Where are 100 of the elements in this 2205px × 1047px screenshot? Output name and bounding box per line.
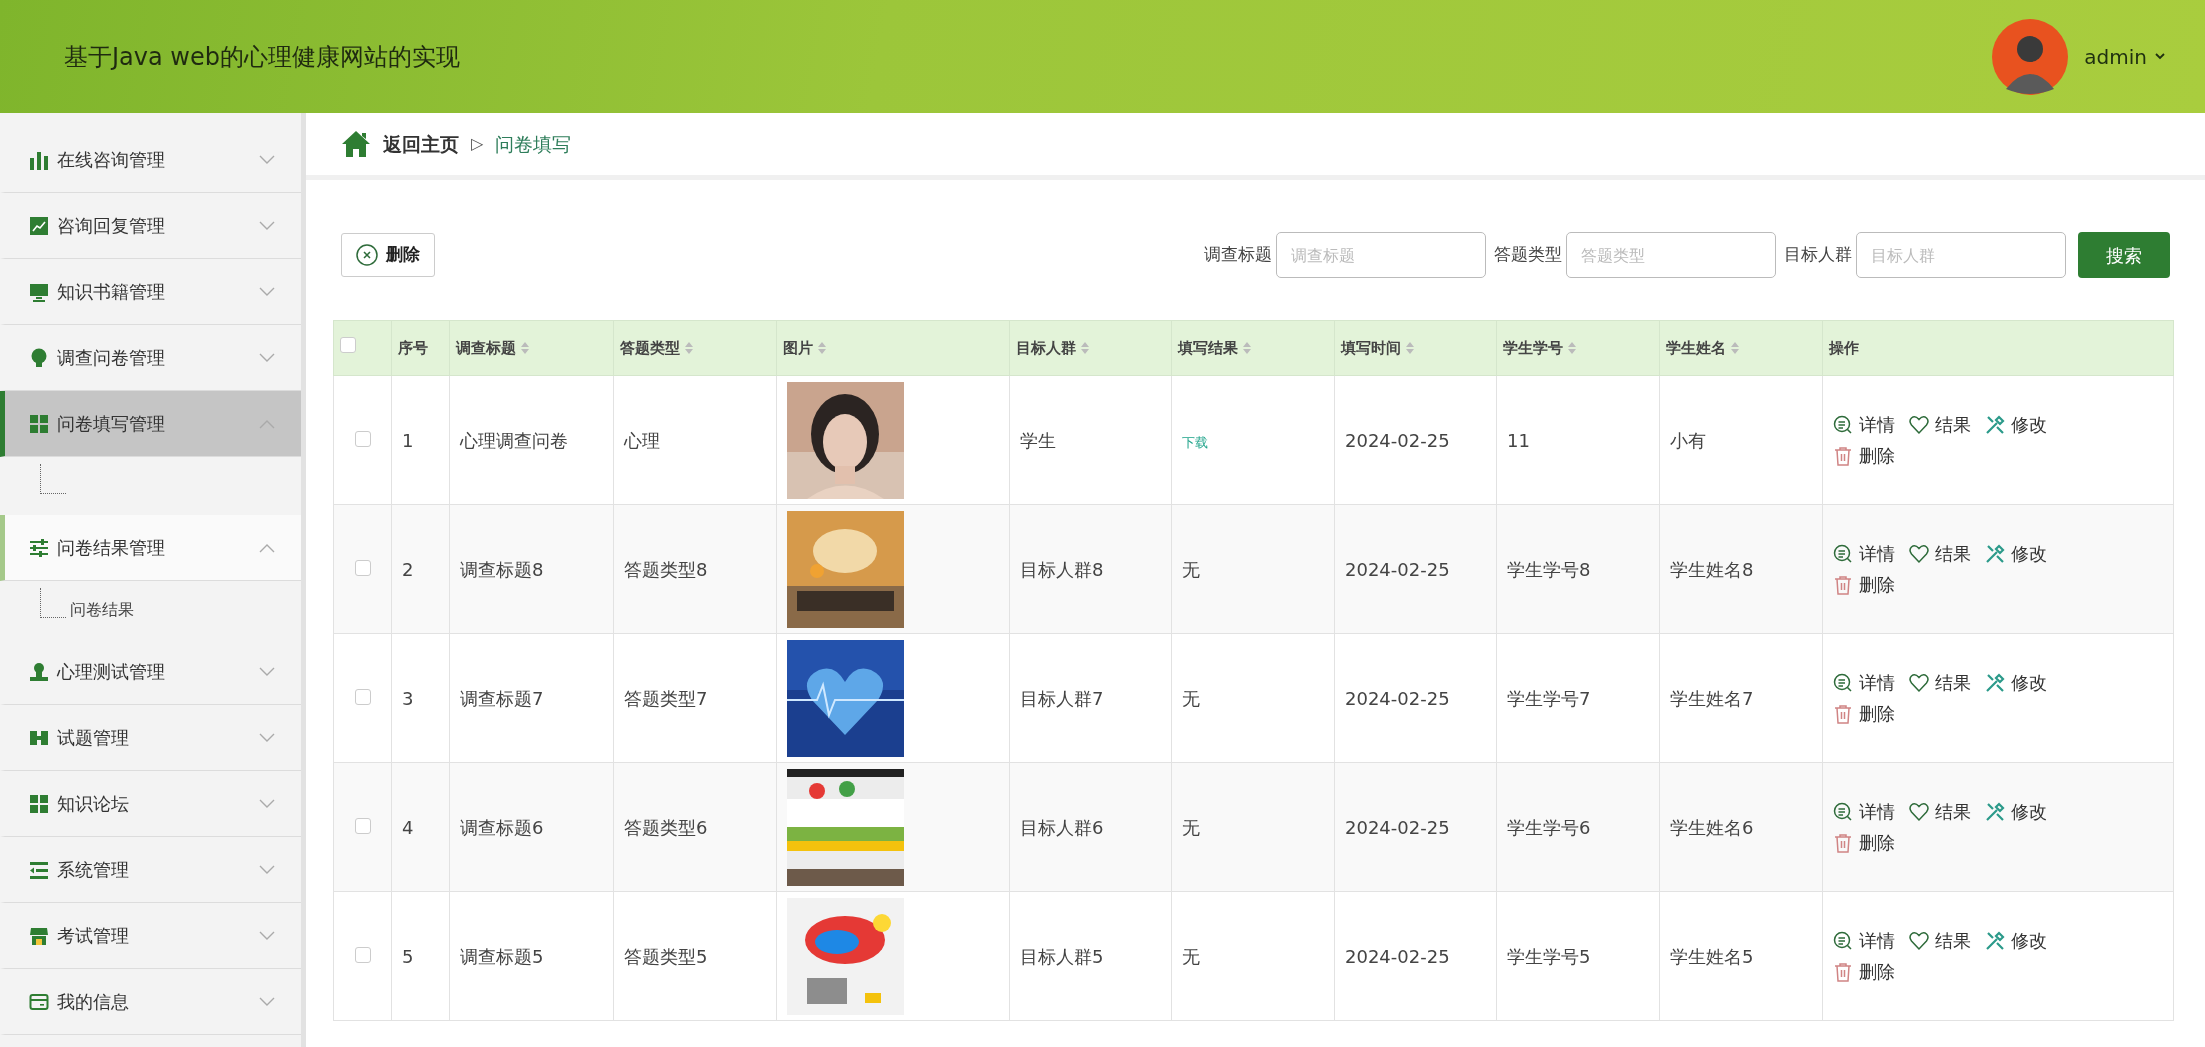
sliders-icon bbox=[29, 537, 49, 558]
column-header[interactable]: 目标人群 bbox=[1016, 336, 1076, 360]
card-icon bbox=[29, 991, 49, 1012]
chevron-down-icon bbox=[259, 352, 275, 363]
table-cell: 1 bbox=[402, 429, 414, 451]
table-cell: 目标人群6 bbox=[1020, 816, 1104, 838]
table-cell: 5 bbox=[402, 945, 414, 967]
row-checkbox[interactable] bbox=[354, 817, 371, 834]
action-link[interactable]: 删除 bbox=[1833, 958, 1895, 985]
heart-icon bbox=[1909, 414, 1929, 435]
breadcrumb-current: 问卷填写 bbox=[495, 131, 572, 157]
submenu-item[interactable]: 问卷结果 bbox=[70, 598, 134, 622]
search-button[interactable]: 搜索 bbox=[2078, 232, 2170, 278]
filter-field[interactable]: 答题类型 bbox=[1566, 232, 1776, 278]
column-header[interactable]: 学生姓名 bbox=[1666, 336, 1726, 360]
chevron-up-icon bbox=[259, 418, 275, 429]
person-icon bbox=[29, 661, 49, 682]
sidebar-item[interactable]: 问卷填写管理 bbox=[0, 391, 301, 457]
table-cell: 调查标题7 bbox=[460, 687, 544, 709]
table-cell: 无 bbox=[1182, 816, 1200, 838]
action-link[interactable]: 详情 bbox=[1833, 798, 1895, 825]
table-cell: 3 bbox=[402, 687, 414, 709]
action-link[interactable]: 修改 bbox=[1985, 669, 2047, 696]
row-checkbox[interactable] bbox=[354, 946, 371, 963]
sort-icon bbox=[1242, 341, 1252, 355]
sidebar-item[interactable]: 在线咨询管理 bbox=[0, 127, 301, 193]
heart-icon bbox=[1909, 801, 1929, 822]
filter-field[interactable]: 目标人群 bbox=[1856, 232, 2066, 278]
action-link[interactable]: 结果 bbox=[1909, 927, 1971, 954]
lightbulb-icon bbox=[29, 347, 49, 368]
filter-label: 答题类型 bbox=[1494, 243, 1562, 267]
action-link[interactable]: 修改 bbox=[1985, 540, 2047, 567]
action-link[interactable]: 删除 bbox=[1833, 700, 1895, 727]
action-link[interactable]: 详情 bbox=[1833, 927, 1895, 954]
action-link[interactable]: 结果 bbox=[1909, 669, 1971, 696]
column-header[interactable]: 图片 bbox=[783, 336, 813, 360]
store-icon bbox=[29, 925, 49, 946]
filter-field[interactable]: 调查标题 bbox=[1276, 232, 1486, 278]
column-header[interactable]: 答题类型 bbox=[620, 336, 680, 360]
action-link[interactable]: 详情 bbox=[1833, 669, 1895, 696]
table-cell: 无 bbox=[1182, 558, 1200, 580]
user-menu[interactable]: admin bbox=[2084, 41, 2165, 72]
action-link[interactable]: 删除 bbox=[1833, 442, 1895, 469]
column-header[interactable]: 调查标题 bbox=[456, 336, 516, 360]
trash-icon bbox=[1833, 574, 1853, 595]
monitor-icon bbox=[29, 281, 49, 302]
chevron-down-icon bbox=[259, 732, 275, 743]
sidebar-item[interactable]: 心理测试管理 bbox=[0, 639, 301, 705]
table-cell: 答题类型5 bbox=[624, 945, 708, 967]
select-all-checkbox[interactable] bbox=[340, 336, 356, 353]
table-cell: 学生姓名5 bbox=[1670, 945, 1754, 967]
tools-icon bbox=[1985, 672, 2005, 693]
row-checkbox[interactable] bbox=[354, 688, 371, 705]
action-link[interactable]: 详情 bbox=[1833, 540, 1895, 567]
table-cell: 学生学号5 bbox=[1507, 945, 1591, 967]
heart-icon bbox=[1909, 672, 1929, 693]
site-title: 基于Java web的心理健康网站的实现 bbox=[64, 41, 460, 73]
column-header[interactable]: 填写时间 bbox=[1341, 336, 1401, 360]
sidebar-item[interactable]: 咨询回复管理 bbox=[0, 193, 301, 259]
table-cell: 2024-02-25 bbox=[1345, 429, 1450, 451]
column-header[interactable]: 学生学号 bbox=[1503, 336, 1563, 360]
sidebar-item[interactable]: 知识书籍管理 bbox=[0, 259, 301, 325]
sidebar-item[interactable]: 知识论坛 bbox=[0, 771, 301, 837]
grid-icon bbox=[29, 793, 49, 814]
tools-icon bbox=[1985, 414, 2005, 435]
home-link[interactable]: 返回主页 bbox=[383, 129, 459, 159]
table-cell: 11 bbox=[1507, 429, 1530, 451]
action-link[interactable]: 结果 bbox=[1909, 540, 1971, 567]
chevron-down-icon bbox=[259, 798, 275, 809]
action-link[interactable]: 修改 bbox=[1985, 927, 2047, 954]
action-link[interactable]: 删除 bbox=[1833, 571, 1895, 598]
action-link[interactable]: 删除 bbox=[1833, 829, 1895, 856]
bar-chart-icon bbox=[29, 149, 49, 170]
trash-icon bbox=[1833, 832, 1853, 853]
action-link[interactable]: 结果 bbox=[1909, 798, 1971, 825]
sidebar-item[interactable]: 考试管理 bbox=[0, 903, 301, 969]
row-checkbox[interactable] bbox=[354, 559, 371, 576]
detail-icon bbox=[1833, 930, 1853, 951]
table-cell: 2024-02-25 bbox=[1345, 945, 1450, 967]
sidebar-item[interactable]: 我的信息 bbox=[0, 969, 301, 1035]
action-link[interactable]: 结果 bbox=[1909, 411, 1971, 438]
table-cell: 心理调查问卷 bbox=[460, 429, 568, 451]
sidebar-item[interactable]: 系统管理 bbox=[0, 837, 301, 903]
row-checkbox[interactable] bbox=[354, 430, 371, 447]
chevron-down-icon bbox=[259, 930, 275, 941]
sidebar-item[interactable]: 试题管理 bbox=[0, 705, 301, 771]
tools-icon bbox=[1985, 543, 2005, 564]
table-cell: 调查标题6 bbox=[460, 816, 544, 838]
chevron-down-icon bbox=[259, 220, 275, 231]
breadcrumb-separator: ▷ bbox=[471, 133, 484, 155]
action-link[interactable]: 详情 bbox=[1833, 411, 1895, 438]
delete-button[interactable]: 删除 bbox=[341, 233, 435, 277]
table-cell: 学生姓名6 bbox=[1670, 816, 1754, 838]
sidebar-item[interactable]: 问卷结果管理 bbox=[0, 515, 301, 581]
action-link[interactable]: 修改 bbox=[1985, 411, 2047, 438]
chevron-down-icon bbox=[259, 666, 275, 677]
trash-icon bbox=[1833, 703, 1853, 724]
table-cell: 无 bbox=[1182, 687, 1200, 709]
column-header[interactable]: 填写结果 bbox=[1178, 336, 1238, 360]
action-link[interactable]: 修改 bbox=[1985, 798, 2047, 825]
